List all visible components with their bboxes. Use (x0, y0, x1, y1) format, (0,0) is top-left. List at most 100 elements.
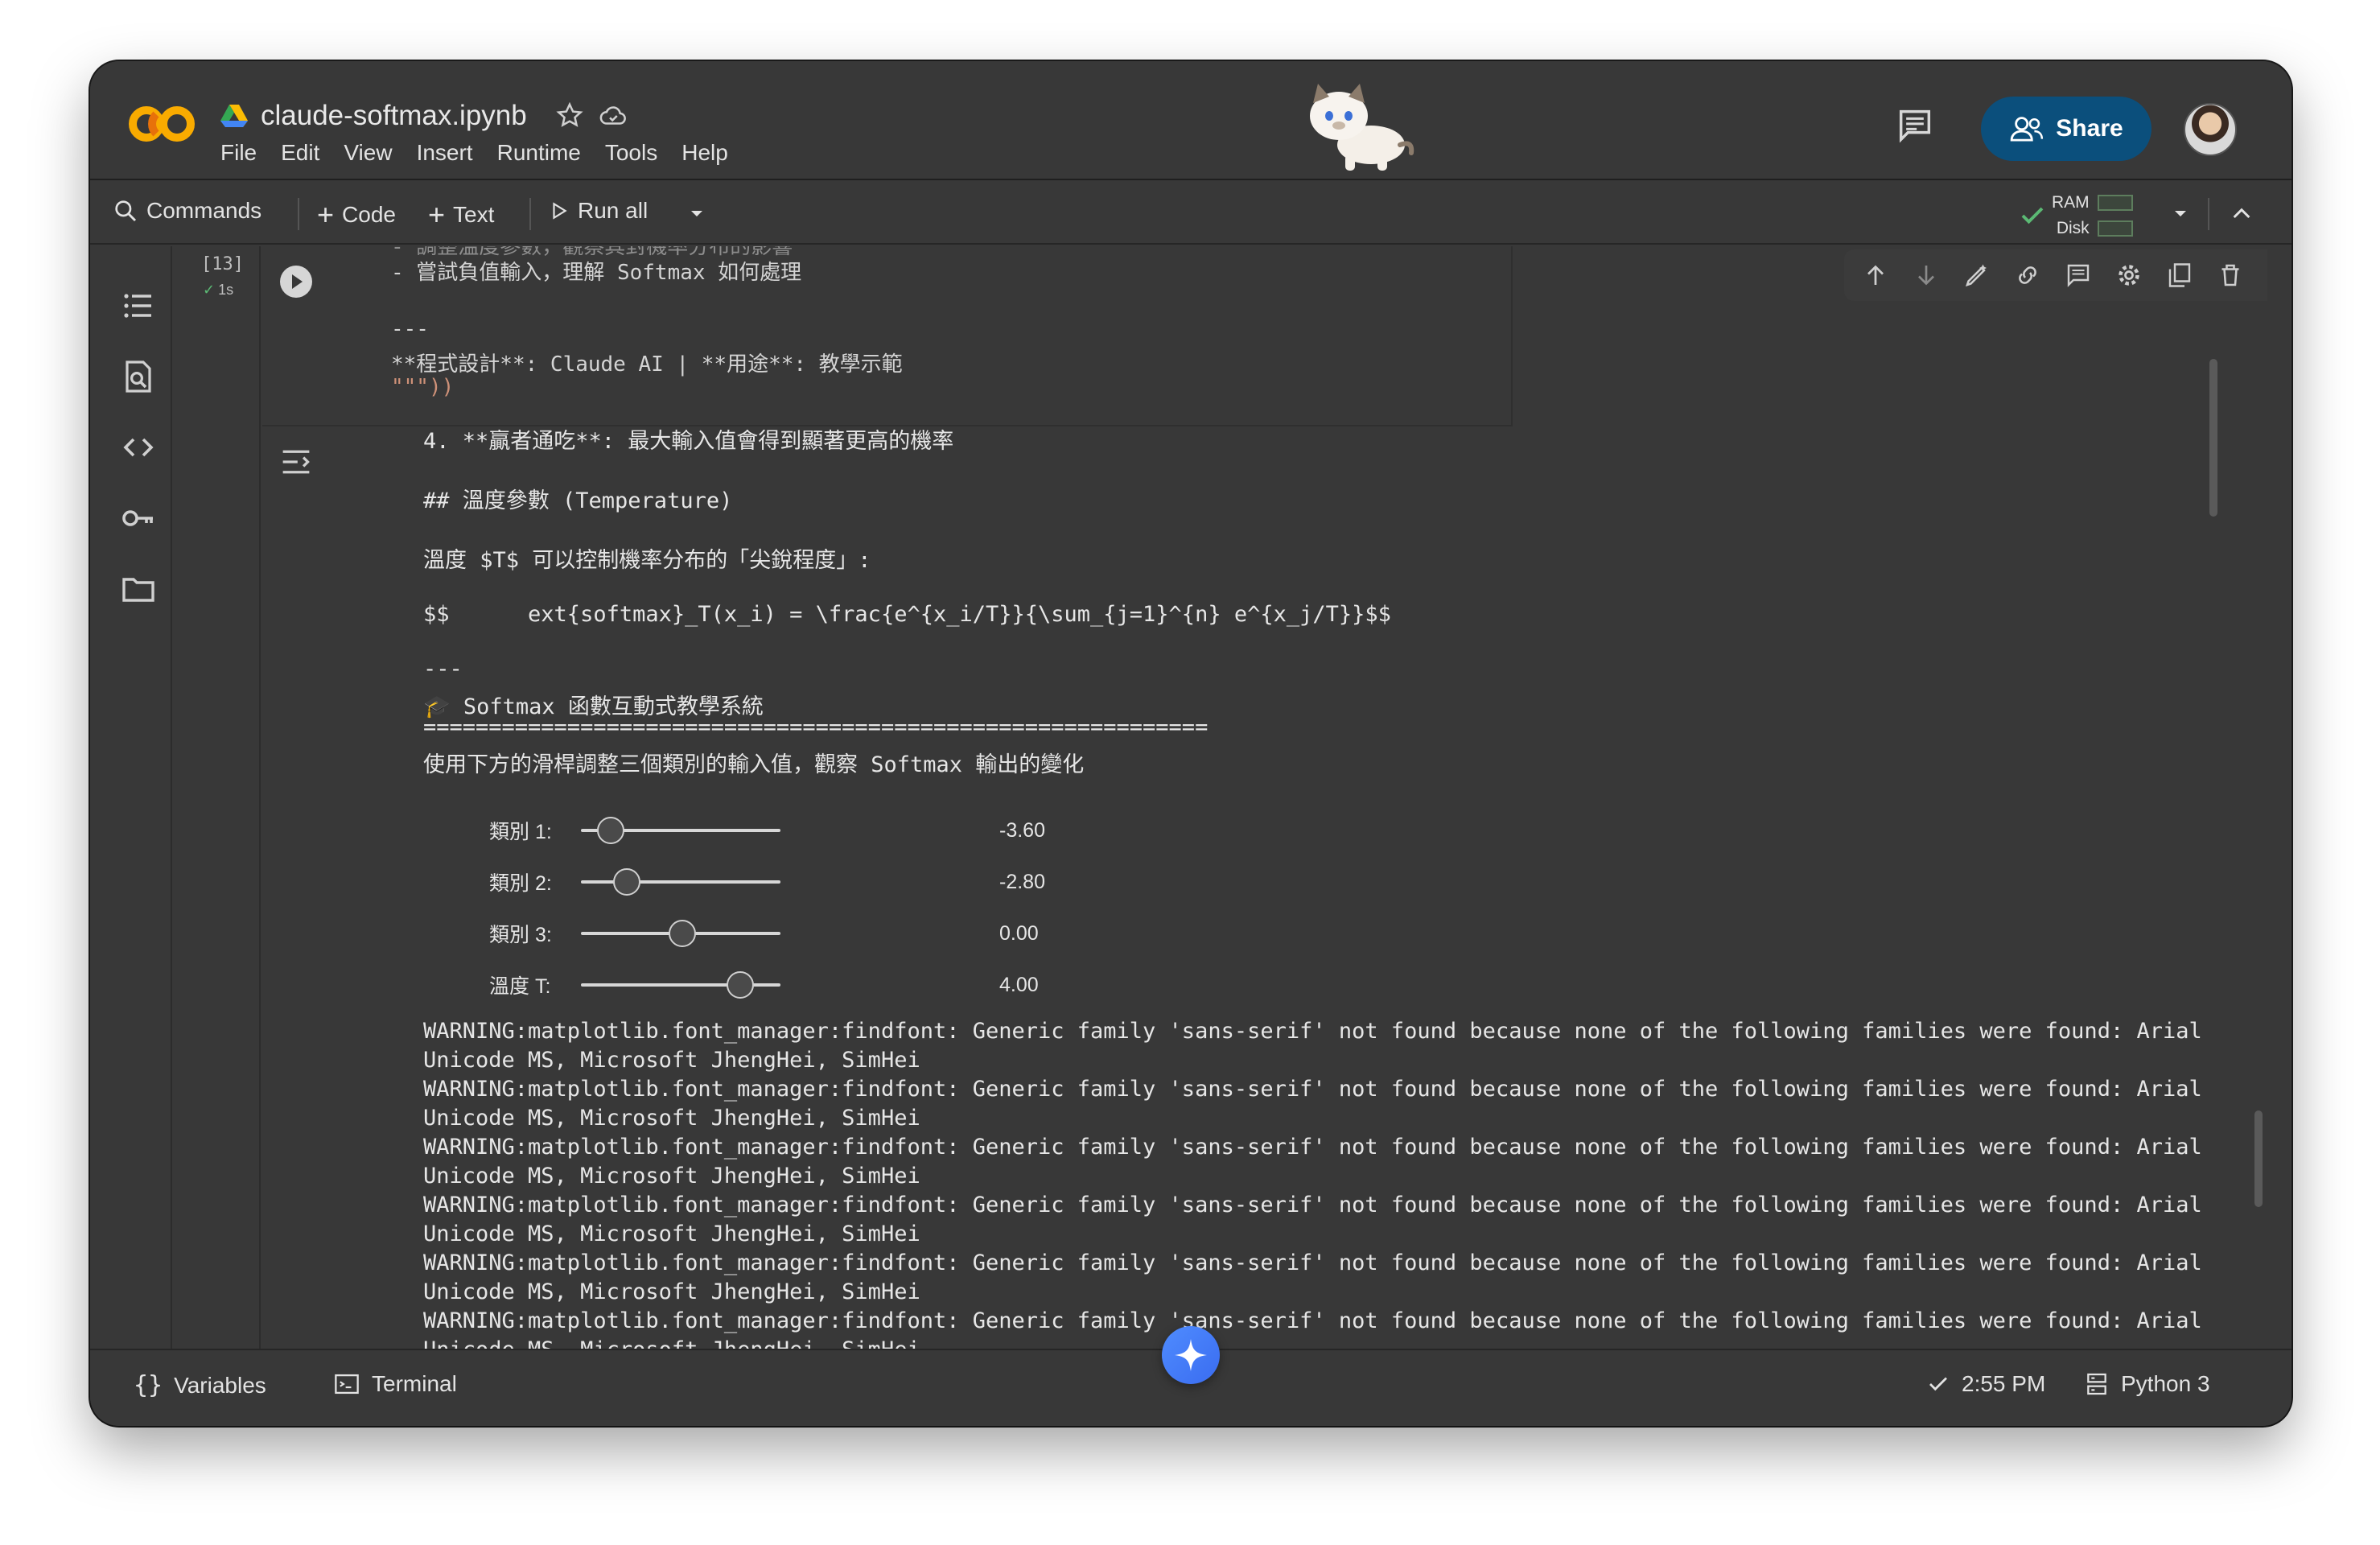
resource-monitor[interactable]: RAM Disk (2052, 190, 2133, 241)
avatar[interactable] (2184, 103, 2237, 156)
variables-label: Variables (174, 1372, 266, 1398)
chevron-down-icon[interactable] (687, 206, 706, 222)
warning-line: WARNING:matplotlib.font_manager:findfont… (423, 1019, 2202, 1044)
colab-logo-icon[interactable] (129, 100, 196, 148)
run-cell-button[interactable] (278, 264, 314, 299)
time-label: 2:55 PM (1962, 1371, 2046, 1396)
warning-line: WARNING:matplotlib.font_manager:findfont… (423, 1135, 2202, 1160)
chevron-down-icon[interactable] (2171, 206, 2190, 222)
warning-line: Unicode MS, Microsoft JhengHei, SimHei (423, 1106, 920, 1131)
left-sidebar (106, 246, 172, 1349)
code-line: """)) (391, 375, 455, 399)
star-icon[interactable] (554, 101, 585, 131)
mirror-cell-icon[interactable] (2165, 261, 2194, 290)
notebook-scrollbar[interactable] (2254, 1110, 2263, 1207)
warning-line: Unicode MS, Microsoft JhengHei, SimHei (423, 1279, 920, 1304)
cell-toolbar (1844, 249, 2267, 301)
colab-window: claude-softmax.ipynb File Edit View Inse… (90, 61, 2291, 1426)
toolbar: Commands + Code + Text Run all RAM Disk (90, 182, 2291, 245)
google-drive-icon (220, 105, 248, 127)
commands-button[interactable]: Commands (113, 198, 261, 224)
warning-line: Unicode MS, Microsoft JhengHei, SimHei (423, 1222, 920, 1246)
slider-track[interactable] (581, 817, 780, 844)
cloud-icon[interactable] (598, 101, 628, 131)
execution-count: [13] (201, 254, 244, 274)
status-bar: {} Variables Terminal 2:55 PM Python 3 (90, 1326, 2291, 1426)
cat-mascot-icon (1310, 84, 1414, 171)
add-code-button[interactable]: + Code (317, 198, 396, 232)
slider-handle[interactable] (727, 971, 755, 999)
warning-line: WARNING:matplotlib.font_manager:findfont… (423, 1250, 2202, 1275)
connected-check-icon (2021, 207, 2044, 225)
menu-edit[interactable]: Edit (281, 140, 319, 166)
menu-view[interactable]: View (344, 140, 392, 166)
warning-line: Unicode MS, Microsoft JhengHei, SimHei (423, 1164, 920, 1189)
code-line: --- (391, 317, 429, 341)
disk-label: Disk (2056, 219, 2090, 237)
disk-bar (2097, 220, 2133, 237)
slider-value: 4.00 (999, 973, 1039, 996)
warning-line: Unicode MS, Microsoft JhengHei, SimHei (423, 1336, 920, 1349)
slider-value: -3.60 (999, 818, 1045, 842)
slider-label: 類別 3: (489, 924, 552, 946)
search-icon (115, 200, 137, 222)
warning-line: WARNING:matplotlib.font_manager:findfont… (423, 1308, 2202, 1333)
move-up-icon[interactable] (1861, 261, 1890, 290)
menu-insert[interactable]: Insert (417, 140, 473, 166)
run-all-button[interactable]: Run all (549, 198, 648, 224)
add-text-button[interactable]: + Text (428, 198, 494, 232)
menu-file[interactable]: File (220, 140, 257, 166)
slider-label: 溫度 T: (489, 975, 551, 998)
menu-runtime[interactable]: Runtime (497, 140, 581, 166)
output-text: ## 溫度參數 (Temperature) (423, 488, 733, 513)
toolbar-divider (298, 198, 299, 230)
slider-temperature: 溫度 T: 4.00 (489, 969, 1039, 1001)
gemini-button[interactable] (1162, 1326, 1220, 1384)
notebook-title[interactable]: claude-softmax.ipynb (261, 100, 527, 132)
code-line: **程式設計**: Claude AI | **用途**: 教學示範 (391, 352, 903, 377)
slider-handle[interactable] (613, 868, 641, 896)
slider-track[interactable] (581, 971, 780, 999)
comment-icon[interactable] (2064, 261, 2093, 290)
code-cell[interactable]: - 調整溫度參數，觀察其對機率分布的影響 - 嘗試負值輸入，理解 Softmax… (262, 246, 1513, 426)
output-actions-icon[interactable] (278, 446, 314, 478)
toolbar-divider (2208, 198, 2209, 230)
slider-value: 0.00 (999, 921, 1039, 945)
warning-line: WARNING:matplotlib.font_manager:findfont… (423, 1077, 2202, 1102)
secrets-key-icon[interactable] (119, 499, 158, 538)
execution-time: ✓ 1s (203, 282, 233, 299)
cell-settings-icon[interactable] (2114, 261, 2143, 290)
more-vert-icon[interactable] (2266, 261, 2267, 290)
link-icon[interactable] (2013, 261, 2042, 290)
toolbar-divider (529, 198, 531, 230)
sparkle-icon (1175, 1339, 1207, 1371)
menu-tools[interactable]: Tools (605, 140, 657, 166)
slider-track[interactable] (581, 920, 780, 947)
terminal-icon (335, 1374, 359, 1395)
terminal-button[interactable]: Terminal (333, 1371, 457, 1397)
delete-trash-icon[interactable] (2216, 261, 2245, 290)
files-folder-icon[interactable] (119, 570, 158, 608)
move-down-icon[interactable] (1912, 261, 1941, 290)
plus-icon: + (317, 198, 335, 231)
chevron-up-icon[interactable] (2229, 201, 2254, 227)
share-button[interactable]: Share (1981, 97, 2151, 161)
last-run-status[interactable]: 2:55 PM (1926, 1371, 2045, 1397)
output-text: 溫度 $T$ 可以控制機率分布的「尖銳程度」: (423, 548, 871, 573)
variables-button[interactable]: {} Variables (134, 1371, 266, 1399)
code-snippets-icon[interactable] (119, 428, 158, 467)
table-of-contents-icon[interactable] (119, 286, 158, 325)
header: claude-softmax.ipynb File Edit View Inse… (90, 61, 2291, 180)
output-text: $$ ext{softmax}_T(x_i) = \frac{e^{x_i/T}… (423, 602, 1391, 627)
output-scrollbar[interactable] (2209, 359, 2217, 517)
slider-track[interactable] (581, 868, 780, 896)
comments-icon[interactable] (1894, 105, 1936, 146)
runtime-indicator[interactable]: Python 3 (2084, 1371, 2210, 1397)
run-all-label: Run all (578, 198, 649, 223)
slider-handle[interactable] (669, 920, 697, 947)
find-replace-icon[interactable] (119, 357, 158, 396)
cell-output: 4. **贏者通吃**: 最大輸入值會得到顯著更高的機率 ## 溫度參數 (Te… (262, 426, 2267, 1349)
slider-handle[interactable] (597, 817, 625, 844)
menu-help[interactable]: Help (681, 140, 728, 166)
edit-pen-icon[interactable] (1962, 261, 1991, 290)
